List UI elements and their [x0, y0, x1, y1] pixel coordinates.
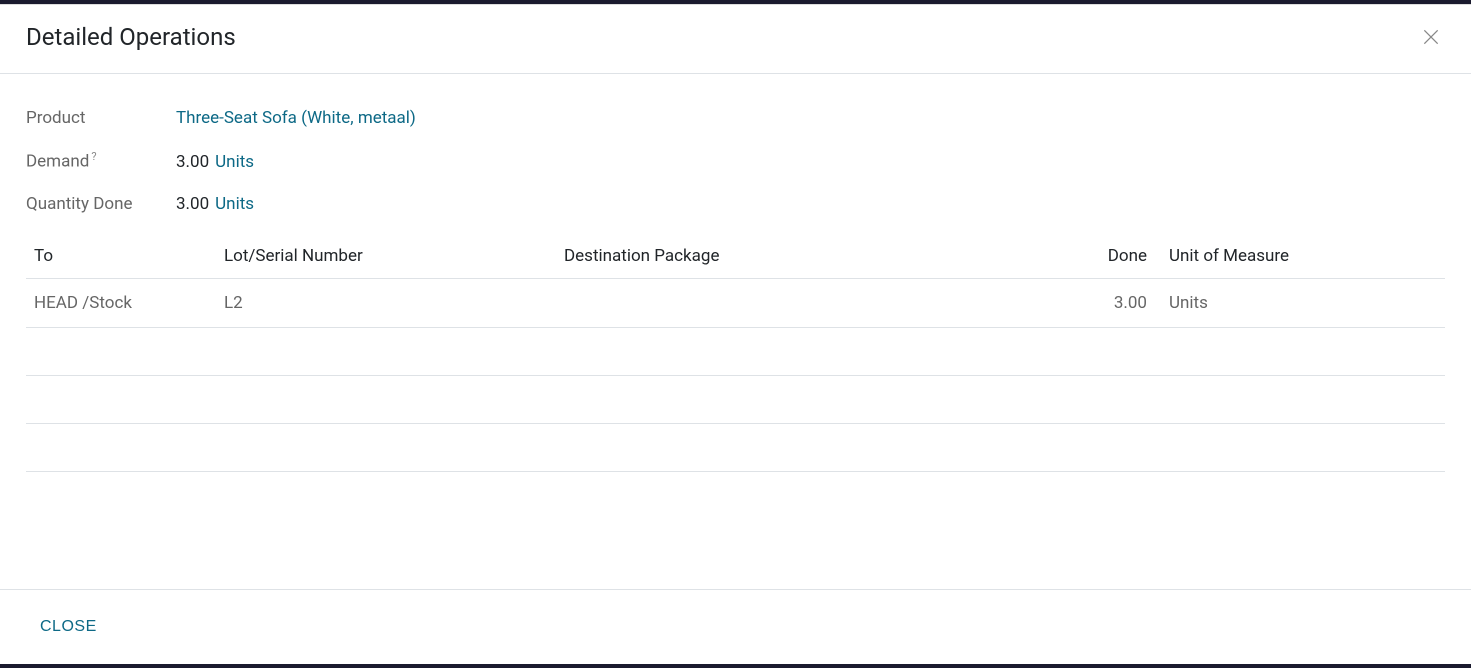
- qty-done-unit[interactable]: Units: [215, 194, 254, 214]
- empty-cell[interactable]: [26, 375, 1445, 423]
- table-row-empty[interactable]: [26, 327, 1445, 375]
- cell-uom[interactable]: Units: [1155, 278, 1445, 327]
- table-row[interactable]: HEAD /Stock L2 3.00 Units: [26, 278, 1445, 327]
- product-label: Product: [26, 108, 176, 128]
- header-uom[interactable]: Unit of Measure: [1155, 236, 1445, 279]
- qty-done-label: Quantity Done: [26, 194, 176, 214]
- table-row-empty[interactable]: [26, 423, 1445, 471]
- header-to[interactable]: To: [26, 236, 216, 279]
- close-footer-button[interactable]: CLOSE: [26, 612, 111, 642]
- demand-value: 3.00 Units: [176, 152, 254, 172]
- operations-table-container: To Lot/Serial Number Destination Package…: [26, 236, 1445, 472]
- modal-title: Detailed Operations: [26, 23, 236, 51]
- qty-done-value: 3.00 Units: [176, 194, 254, 214]
- empty-cell[interactable]: [26, 423, 1445, 471]
- demand-number: 3.00: [176, 152, 209, 172]
- field-qty-done: Quantity Done 3.00 Units: [26, 194, 1445, 214]
- modal-header: Detailed Operations: [0, 5, 1471, 74]
- modal-footer: CLOSE: [0, 589, 1471, 664]
- close-button[interactable]: [1417, 23, 1445, 51]
- demand-unit[interactable]: Units: [215, 152, 254, 172]
- qty-done-number: 3.00: [176, 194, 209, 214]
- field-demand: Demand? 3.00 Units: [26, 150, 1445, 172]
- field-product: Product Three-Seat Sofa (White, metaal): [26, 108, 1445, 128]
- demand-label: Demand?: [26, 150, 176, 172]
- empty-cell[interactable]: [26, 327, 1445, 375]
- header-lot[interactable]: Lot/Serial Number: [216, 236, 556, 279]
- cell-lot[interactable]: L2: [216, 278, 556, 327]
- modal-body: Product Three-Seat Sofa (White, metaal) …: [0, 74, 1471, 589]
- demand-label-text: Demand: [26, 152, 89, 172]
- product-value[interactable]: Three-Seat Sofa (White, metaal): [176, 108, 416, 128]
- product-link[interactable]: Three-Seat Sofa (White, metaal): [176, 108, 416, 128]
- help-icon[interactable]: ?: [91, 150, 96, 163]
- detailed-operations-modal: Detailed Operations Product Three-Seat S…: [0, 4, 1471, 664]
- operations-table: To Lot/Serial Number Destination Package…: [26, 236, 1445, 472]
- header-done[interactable]: Done: [1095, 236, 1155, 279]
- table-row-empty[interactable]: [26, 375, 1445, 423]
- close-icon: [1421, 27, 1441, 47]
- header-dest[interactable]: Destination Package: [556, 236, 1095, 279]
- cell-to[interactable]: HEAD /Stock: [26, 278, 216, 327]
- table-header-row: To Lot/Serial Number Destination Package…: [26, 236, 1445, 279]
- cell-done[interactable]: 3.00: [1095, 278, 1155, 327]
- cell-dest[interactable]: [556, 278, 1095, 327]
